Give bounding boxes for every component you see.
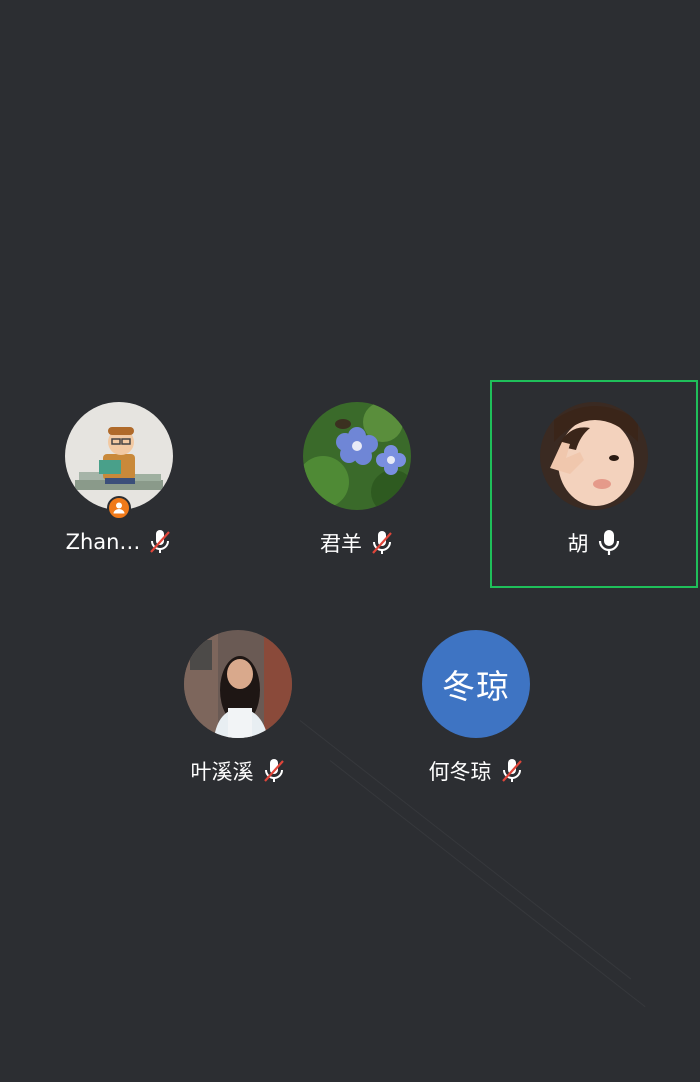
participant-avatar: [184, 630, 292, 738]
participant-name-row: 君羊: [253, 528, 461, 558]
participant-name-row: 胡: [492, 528, 696, 558]
participant-tile-hedongqiong[interactable]: 冬琼 何冬琼: [372, 608, 580, 816]
participant-avatar: [540, 402, 648, 510]
child-photo-avatar-icon: [540, 402, 648, 510]
mic-muted-icon: [501, 759, 522, 782]
woman-photo-avatar-icon: [184, 630, 292, 738]
participant-name-row: 叶溪溪: [134, 756, 342, 786]
participant-name: 叶溪溪: [190, 760, 254, 784]
host-badge-icon: [107, 496, 131, 520]
mic-muted-icon: [263, 759, 284, 782]
participant-avatar: [303, 402, 411, 510]
initials-avatar: 冬琼: [422, 630, 530, 738]
mic-on-icon: [598, 530, 619, 555]
participant-tile-hu[interactable]: 胡: [490, 380, 698, 588]
participant-name-row: Zhan…: [15, 528, 223, 556]
participant-name: 胡: [567, 532, 589, 556]
participant-tile-zhan[interactable]: Zhan…: [15, 380, 223, 588]
participant-name: 君羊: [320, 532, 362, 556]
participant-name: Zhan…: [65, 530, 141, 554]
blue-flower-photo-avatar-icon: [303, 402, 411, 510]
participant-name: 何冬琼: [428, 760, 492, 784]
participant-avatar: [65, 402, 173, 510]
participant-tile-junyang[interactable]: 君羊: [253, 380, 461, 588]
participant-tile-yexixi[interactable]: 叶溪溪: [134, 608, 342, 816]
mic-muted-icon: [372, 531, 392, 554]
reader-cartoon-avatar-icon: [65, 402, 173, 510]
participant-name-row: 何冬琼: [372, 756, 580, 786]
mic-muted-icon: [150, 530, 171, 553]
